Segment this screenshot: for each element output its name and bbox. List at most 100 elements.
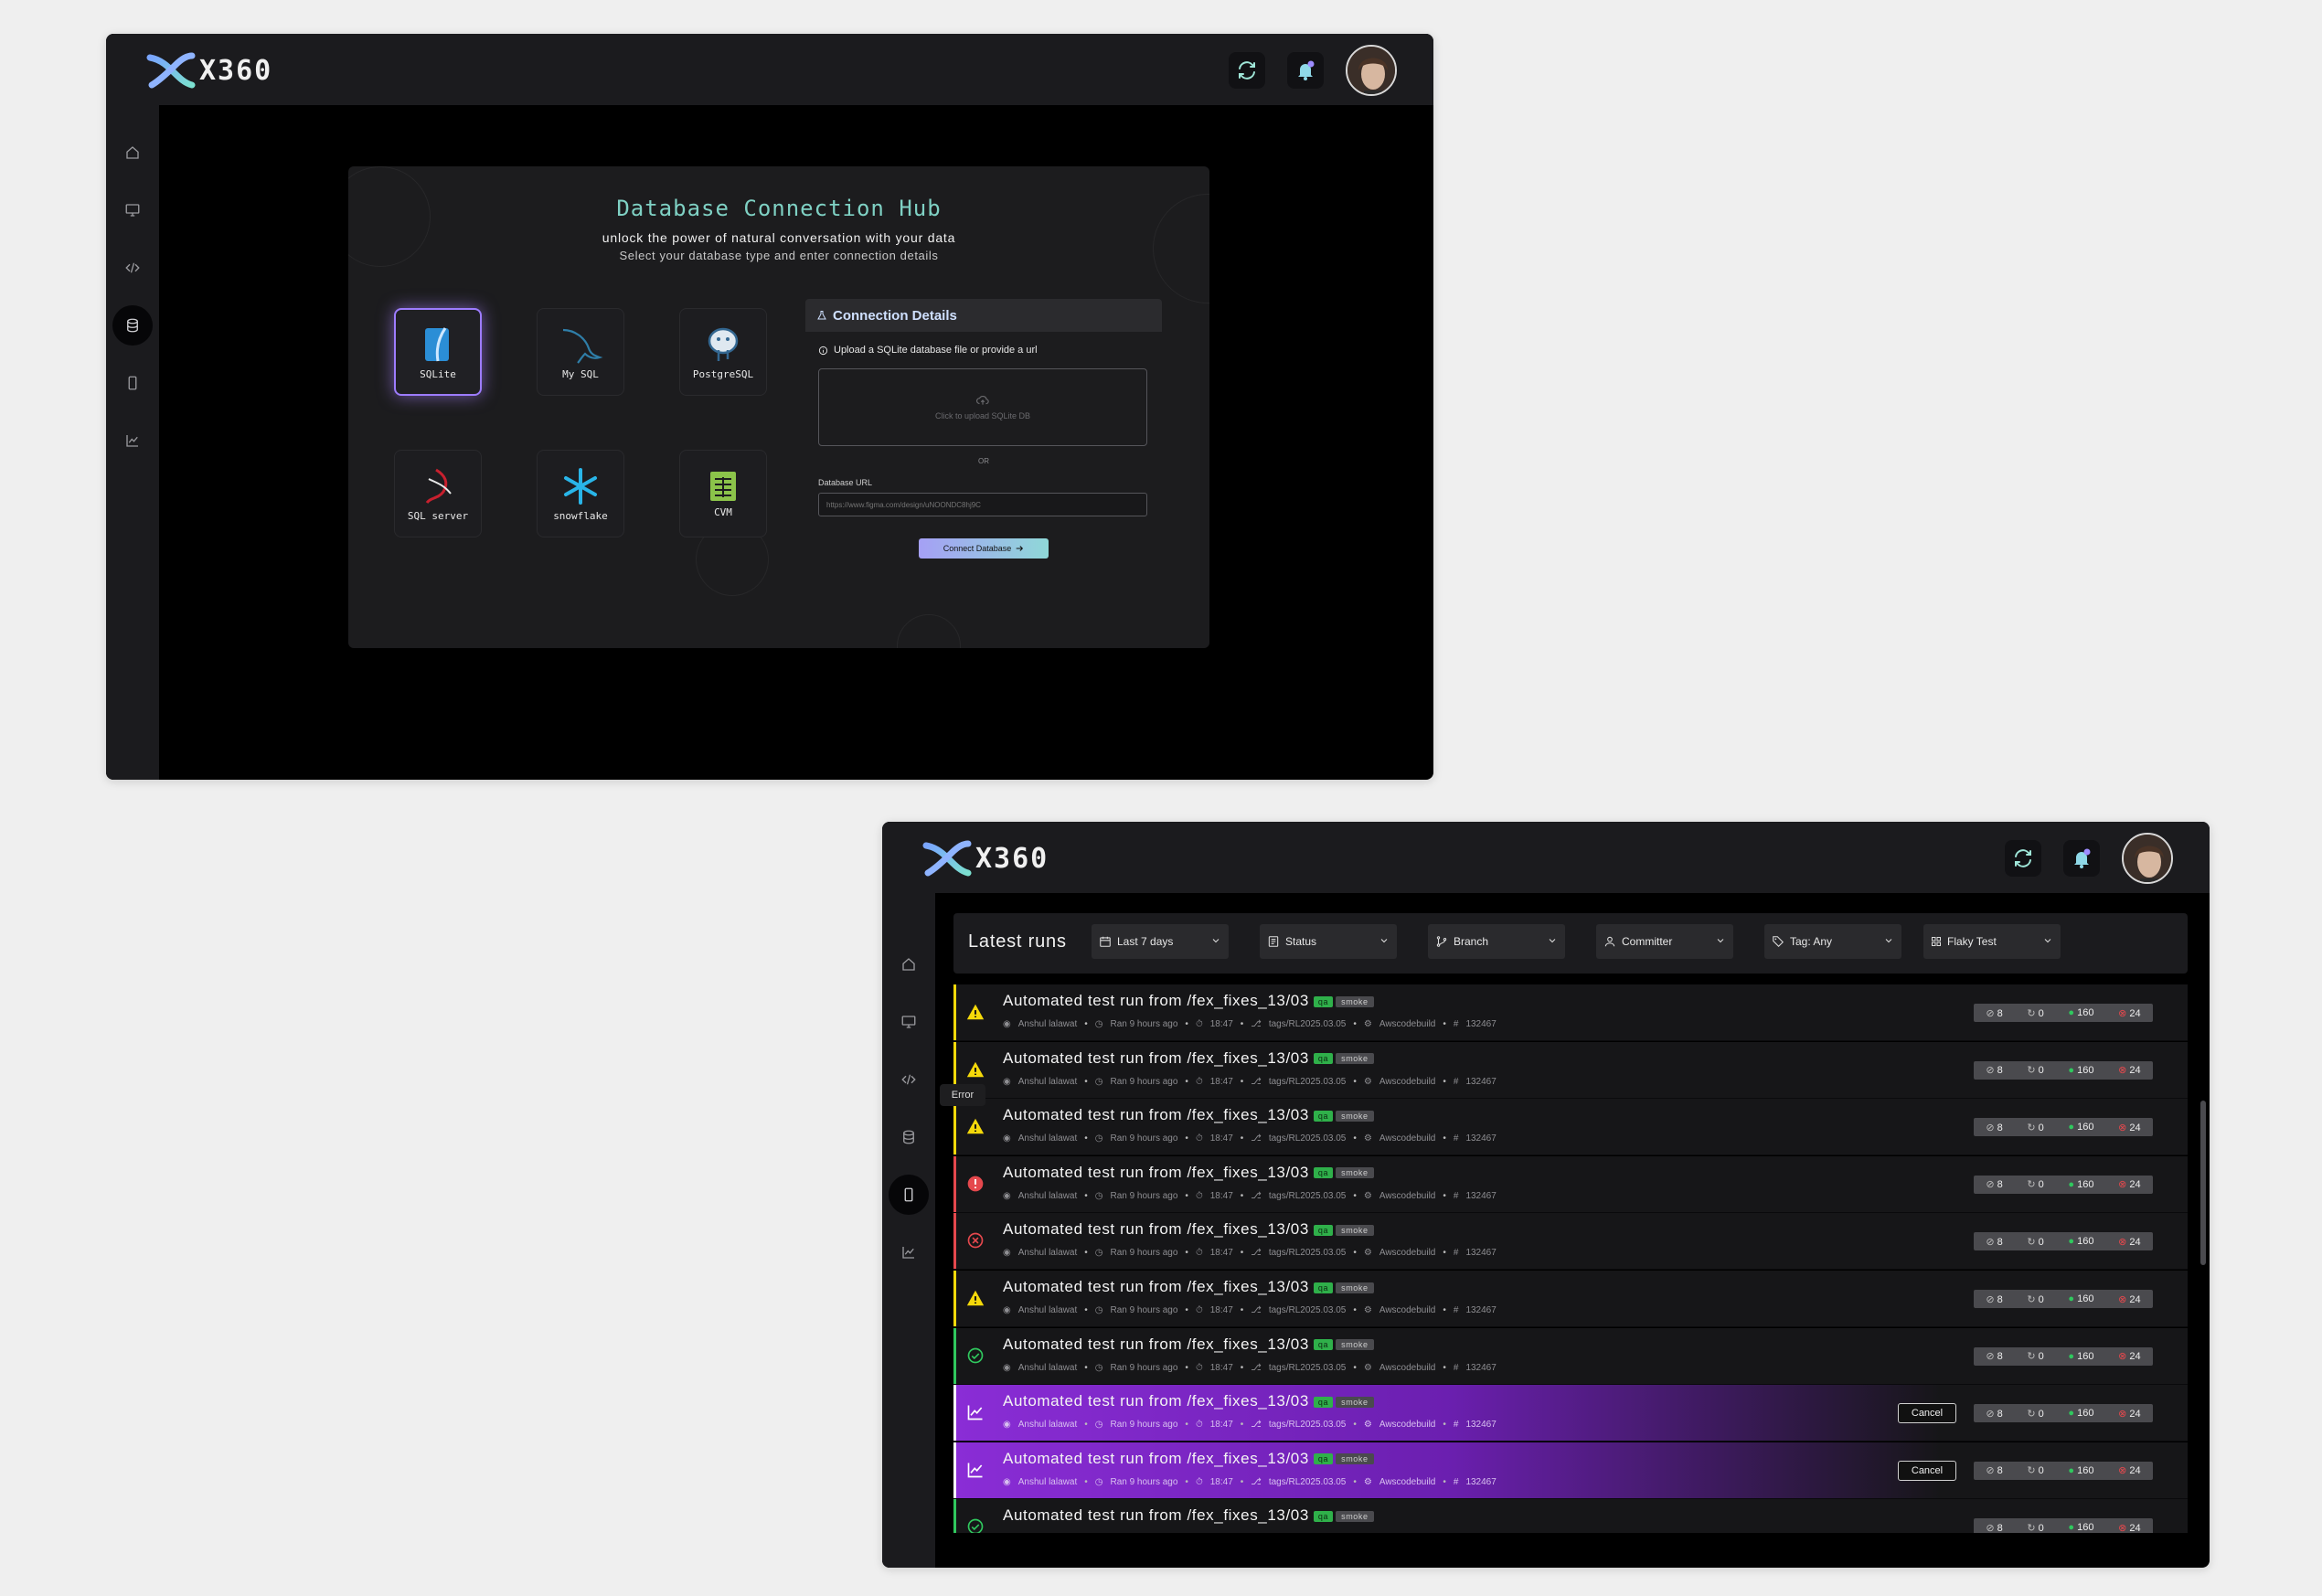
database-url-input[interactable]: [818, 493, 1147, 516]
sidebar-item-mobile[interactable]: [112, 363, 153, 403]
clock-icon: ◷: [1094, 1133, 1103, 1144]
run-title[interactable]: Automated test run from /fex_fixes_13/03…: [1003, 1164, 1374, 1182]
user-icon: ◉: [1003, 1076, 1011, 1087]
filter-branch[interactable]: Branch: [1428, 924, 1565, 959]
run-title-text: Automated test run from /fex_fixes_13/03: [1003, 1220, 1309, 1239]
run-title[interactable]: Automated test run from /fex_fixes_13/03…: [1003, 1220, 1374, 1239]
runs-scrollbar[interactable]: [2200, 1101, 2206, 1265]
refresh-button[interactable]: [1229, 52, 1265, 89]
run-row[interactable]: Automated test run from /fex_fixes_13/03…: [953, 1442, 2188, 1499]
db-option-postgresql[interactable]: PostgreSQL: [679, 308, 767, 396]
cancel-button[interactable]: Cancel: [1898, 1403, 1956, 1424]
notifications-button[interactable]: [2063, 840, 2100, 877]
separator-dot: •: [1185, 1420, 1188, 1431]
filter-label: Status: [1285, 935, 1317, 948]
run-title[interactable]: Automated test run from /fex_fixes_13/03…: [1003, 1049, 1374, 1068]
user-icon: ◉: [1003, 1190, 1011, 1201]
db-option-sql-server[interactable]: SQL server: [394, 450, 482, 537]
separator-dot: •: [1084, 1420, 1088, 1431]
sidebar-item-code[interactable]: [112, 248, 153, 288]
run-tag: tags/RL2025.03.05: [1268, 1248, 1347, 1259]
hash-icon: #: [1453, 1019, 1459, 1029]
sidebar-item-desktop[interactable]: [889, 1002, 929, 1042]
stat-value: 24: [2129, 1065, 2141, 1077]
separator-dot: •: [1185, 1362, 1188, 1373]
hash-icon: #: [1453, 1076, 1459, 1087]
sidebar-item-database[interactable]: [889, 1117, 929, 1157]
hash-icon: #: [1453, 1420, 1459, 1431]
db-option-snowflake[interactable]: snowflake: [537, 450, 624, 537]
run-row[interactable]: Automated test run from /fex_fixes_13/03…: [953, 1327, 2188, 1385]
sidebar-tooltip: Error: [940, 1084, 985, 1106]
db-option-mysql[interactable]: My SQL: [537, 308, 624, 396]
sidebar-item-home[interactable]: [112, 133, 153, 173]
clock-icon: ◷: [1094, 1476, 1103, 1487]
user-avatar[interactable]: [2122, 833, 2173, 884]
run-row[interactable]: Automated test run from /fex_fixes_13/03…: [953, 1385, 2188, 1442]
sidebar-item-code[interactable]: [889, 1059, 929, 1100]
separator-dot: •: [1443, 1019, 1446, 1029]
run-row[interactable]: Automated test run from /fex_fixes_13/03…: [953, 1155, 2188, 1213]
run-row[interactable]: Automated test run from /fex_fixes_13/03…: [953, 1499, 2188, 1533]
run-title[interactable]: Automated test run from /fex_fixes_13/03…: [1003, 1335, 1374, 1354]
notifications-button[interactable]: [1287, 52, 1324, 89]
status-indicator: [964, 1115, 986, 1137]
status-bar: [953, 1327, 956, 1384]
sidebar-item-analytics[interactable]: [112, 420, 153, 461]
cancel-button[interactable]: Cancel: [1898, 1460, 1956, 1481]
connect-database-button[interactable]: Connect Database: [919, 538, 1049, 559]
run-row[interactable]: Automated test run from /fex_fixes_13/03…: [953, 1213, 2188, 1271]
sidebar-item-analytics[interactable]: [889, 1232, 929, 1272]
filter-flaky-test[interactable]: Flaky Test: [1923, 924, 2061, 959]
user-avatar[interactable]: [1346, 45, 1397, 96]
stat-retried: ↻ 0: [2027, 1236, 2043, 1248]
filter-date-range[interactable]: Last 7 days: [1092, 924, 1229, 959]
stat-skipped: ⊘ 8: [1986, 1064, 2002, 1076]
user-icon: ◉: [1003, 1133, 1011, 1144]
separator-dot: •: [1084, 1019, 1088, 1029]
timer-icon: ⏱: [1195, 1305, 1203, 1315]
branch-icon: ⎇: [1251, 1133, 1262, 1144]
run-title[interactable]: Automated test run from /fex_fixes_13/03…: [1003, 1506, 1374, 1525]
app-logo[interactable]: X360: [921, 838, 1049, 878]
run-build: Awscodebuild: [1379, 1019, 1436, 1029]
fail-icon: ⊗: [2118, 1179, 2130, 1191]
separator-dot: •: [1185, 1190, 1188, 1201]
run-title[interactable]: Automated test run from /fex_fixes_13/03…: [1003, 992, 1374, 1010]
sidebar-item-home[interactable]: [889, 944, 929, 984]
filter-committer[interactable]: Committer: [1596, 924, 1733, 959]
run-title[interactable]: Automated test run from /fex_fixes_13/03…: [1003, 1450, 1374, 1468]
mysql-icon: [562, 328, 603, 364]
code-icon: [125, 262, 140, 273]
run-meta: ◉ Anshul lalawat • ◷ Ran 9 hours ago • ⏱ 18:47 •…: [1003, 1248, 1497, 1258]
run-row[interactable]: Automated test run from /fex_fixes_13/03…: [953, 1271, 2188, 1327]
db-option-csv[interactable]: CVM: [679, 450, 767, 537]
sidebar-item-mobile[interactable]: [889, 1175, 929, 1215]
run-title[interactable]: Automated test run from /fex_fixes_13/03…: [1003, 1106, 1374, 1124]
filter-status[interactable]: Status: [1260, 924, 1397, 959]
app-logo[interactable]: X360: [144, 50, 272, 90]
running-chart-icon: [967, 1463, 983, 1478]
failed-icon: [967, 1233, 984, 1249]
run-title[interactable]: Automated test run from /fex_fixes_13/03…: [1003, 1392, 1374, 1410]
run-meta: ◉ Anshul lalawat • ◷ Ran 9 hours ago • ⏱ 18:47 •…: [1003, 1420, 1497, 1430]
pass-icon: ●: [2068, 1178, 2078, 1190]
sidebar-item-desktop[interactable]: [112, 190, 153, 230]
separator-dot: •: [1084, 1362, 1088, 1373]
connection-details-body: Upload a SQLite database file or provide…: [805, 332, 1162, 571]
run-build: Awscodebuild: [1379, 1305, 1436, 1315]
run-title[interactable]: Automated test run from /fex_fixes_13/03…: [1003, 1278, 1374, 1296]
filter-tag[interactable]: Tag: Any: [1764, 924, 1901, 959]
refresh-button[interactable]: [2005, 840, 2041, 877]
run-row[interactable]: Automated test run from /fex_fixes_13/03…: [953, 1099, 2188, 1156]
db-option-sqlite[interactable]: SQLite: [394, 308, 482, 396]
refresh-icon: [1239, 61, 1255, 80]
branch-icon: ⎇: [1251, 1248, 1262, 1259]
separator-dot: •: [1240, 1076, 1244, 1087]
upload-dropzone[interactable]: Click to upload SQLite DB: [818, 368, 1147, 446]
run-row[interactable]: Automated test run from /fex_fixes_13/03…: [953, 1041, 2188, 1099]
run-row[interactable]: Automated test run from /fex_fixes_13/03…: [953, 984, 2188, 1041]
sidebar-item-database[interactable]: [112, 305, 153, 346]
smoke-tag: smoke: [1336, 1339, 1374, 1351]
stat-failed: ⊗ 24: [2118, 1408, 2141, 1420]
